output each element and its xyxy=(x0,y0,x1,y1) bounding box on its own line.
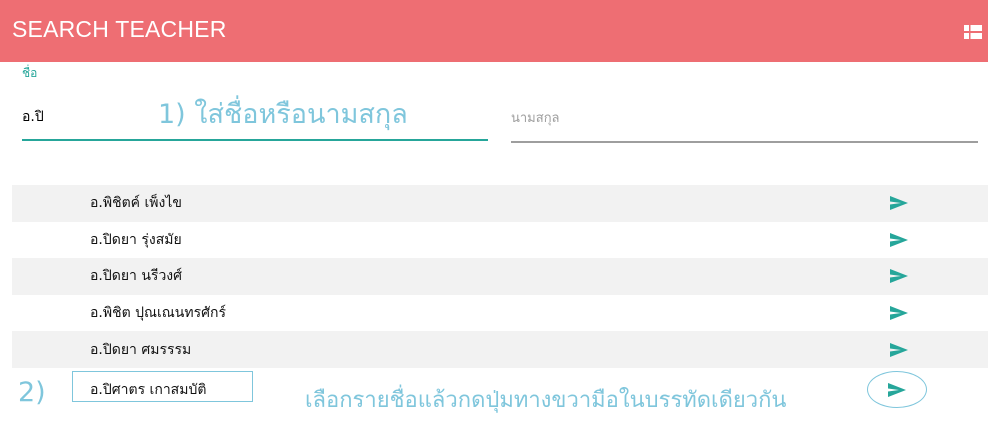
select-teacher-button[interactable] xyxy=(888,194,910,212)
view-module-icon[interactable] xyxy=(964,25,982,39)
surname-input[interactable] xyxy=(511,95,978,143)
select-teacher-button[interactable] xyxy=(888,304,910,322)
teacher-name: อ.ปิศาตร เกาสมบัติ xyxy=(90,382,207,398)
send-icon xyxy=(890,342,908,357)
list-item[interactable]: อ.ปิดยา นรีวงศ์ xyxy=(12,258,988,295)
annotation-step-2-text: เลือกรายชื่อแล้วกดปุ่มทางขวามือในบรรทัดเ… xyxy=(305,388,787,413)
teacher-results-list: อ.พิชิตค์ เพ็งไข อ.ปิดยา รุ่งสมัย อ.ปิดย… xyxy=(12,185,988,368)
list-item[interactable]: อ.ปิดยา ศมรรรม xyxy=(12,331,988,368)
list-item[interactable]: อ.พิชิต ปุณเณนทรศักร์ xyxy=(12,295,988,332)
page-title: SEARCH TEACHER xyxy=(12,16,227,42)
send-icon xyxy=(890,269,908,284)
list-item[interactable]: อ.พิชิตค์ เพ็งไข xyxy=(12,185,988,222)
teacher-name: อ.ปิดยา รุ่งสมัย xyxy=(90,231,182,248)
send-icon xyxy=(890,196,908,211)
teacher-name: อ.ปิดยา ศมรรรม xyxy=(90,341,192,358)
send-icon xyxy=(890,232,908,247)
list-item[interactable]: อ.ปิดยา รุ่งสมัย xyxy=(12,222,988,259)
send-icon xyxy=(890,306,908,321)
select-teacher-button[interactable] xyxy=(888,341,910,359)
send-icon xyxy=(888,382,906,397)
annotation-step-2: 2) xyxy=(18,377,46,408)
select-teacher-button[interactable] xyxy=(888,267,910,285)
select-teacher-button[interactable] xyxy=(888,231,910,249)
teacher-name: อ.พิชิตค์ เพ็งไข xyxy=(90,195,182,212)
name-field-label: ชื่อ xyxy=(22,66,38,80)
app-header: SEARCH TEACHER xyxy=(0,0,988,62)
teacher-name: อ.ปิดยา นรีวงศ์ xyxy=(90,268,183,285)
teacher-name: อ.พิชิต ปุณเณนทรศักร์ xyxy=(90,305,226,322)
select-teacher-button[interactable] xyxy=(867,371,927,408)
annotation-step-1: 1) ใส่ชื่อหรือนามสกุล xyxy=(158,99,408,130)
